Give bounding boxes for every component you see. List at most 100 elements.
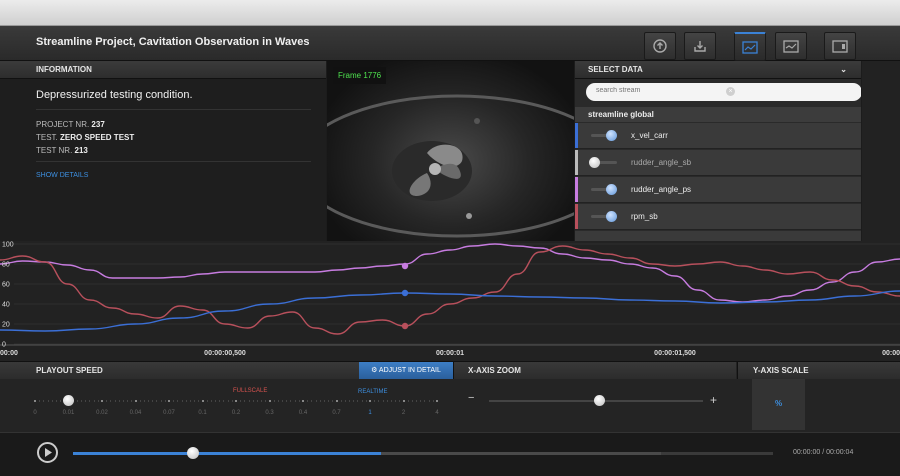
- speed-track-dot: [290, 400, 292, 402]
- speed-track-dot: [173, 400, 175, 402]
- divider: [36, 161, 311, 162]
- x-tick-label: 00:00: [882, 350, 900, 357]
- video-frame: Frame 1776: [327, 61, 574, 243]
- stream-toggle[interactable]: [591, 211, 617, 222]
- toggle-knob: [606, 130, 617, 141]
- speed-track-dot: [332, 400, 334, 402]
- show-details-link[interactable]: SHOW DETAILS: [36, 172, 88, 179]
- chevron-down-icon[interactable]: ⌄: [840, 61, 847, 79]
- playback-bar: 00:00:00 / 00:00:04: [0, 432, 900, 476]
- information-heading: INFORMATION: [0, 61, 326, 79]
- speed-track-dot: [76, 400, 78, 402]
- speed-tick: [302, 400, 304, 402]
- stream-row[interactable]: x_vel_carr: [575, 123, 861, 149]
- timeline-scrubber[interactable]: [187, 447, 199, 459]
- playhead-marker: [401, 262, 409, 270]
- select-data-heading[interactable]: SELECT DATA ⌄: [575, 61, 861, 79]
- y-tick-label: 60: [2, 282, 10, 289]
- speed-track-dot: [344, 400, 346, 402]
- speed-track-dot: [252, 400, 254, 402]
- project-title: Streamline Project, Cavitation Observati…: [36, 36, 310, 48]
- search-field[interactable]: ×: [586, 83, 861, 101]
- speed-track-dot: [261, 400, 263, 402]
- x-tick-label: 00:00: [0, 350, 18, 357]
- speed-tick: [168, 400, 170, 402]
- speed-track-dot: [386, 400, 388, 402]
- playhead-marker: [401, 289, 409, 297]
- clear-icon[interactable]: ×: [726, 87, 735, 96]
- speed-track-dot: [424, 400, 426, 402]
- speed-track-dot: [81, 400, 83, 402]
- zoom-out-button[interactable]: −: [468, 392, 474, 404]
- window-button[interactable]: [824, 32, 856, 60]
- information-panel: INFORMATION Depressurized testing condit…: [0, 61, 326, 243]
- stream-toggle[interactable]: [589, 157, 617, 168]
- adjust-in-detail-button[interactable]: ⚙ ADJUST IN DETAIL: [359, 362, 453, 379]
- timeline-track[interactable]: [73, 452, 773, 455]
- stream-group-label: streamline global: [575, 107, 861, 122]
- speed-track-dot: [127, 400, 129, 402]
- speed-tick-label: 4: [435, 410, 439, 416]
- x-tick-label: 00:00:01: [436, 350, 464, 357]
- speed-tick-label: 0.01: [62, 410, 75, 416]
- panel-gutter: [862, 61, 900, 243]
- speed-tick: [369, 400, 371, 402]
- speed-tick: [402, 400, 405, 402]
- speed-track-dot: [273, 400, 275, 402]
- speed-track-dot: [227, 400, 229, 402]
- playout-speed-slider[interactable]: [62, 395, 74, 406]
- stream-chart[interactable]: 100 80 60 40 20 0 00:00 00:00:00,500 00:00:01 00…: [0, 241, 900, 361]
- speed-tick: [101, 400, 103, 402]
- upload-button[interactable]: [644, 32, 676, 60]
- speed-tick-label: 0.7: [332, 410, 341, 416]
- speed-tick: [235, 400, 237, 402]
- speed-track-dot: [282, 400, 284, 402]
- speed-track-dot: [152, 400, 154, 402]
- y-tick-label: 0: [2, 342, 6, 349]
- speed-track-dot: [43, 400, 45, 402]
- play-button[interactable]: [37, 442, 58, 463]
- stream-toggle[interactable]: [591, 130, 617, 141]
- speed-tick-label: 0.4: [298, 410, 308, 416]
- stream-row[interactable]: rudder_angle_sb: [575, 150, 861, 176]
- speed-track-dot: [378, 400, 380, 402]
- speed-track-dot: [223, 400, 225, 402]
- speed-track-dot: [181, 400, 183, 402]
- xaxis-zoom-slider[interactable]: [594, 395, 606, 406]
- stream-row[interactable]: rpm_sb: [575, 204, 861, 230]
- speed-track-dot: [240, 400, 242, 402]
- speed-track-dot: [198, 400, 200, 402]
- speed-track-dot: [39, 400, 41, 402]
- speed-tick: [268, 400, 271, 402]
- speed-tick-label: 0.07: [163, 410, 175, 416]
- yaxis-scale-selector[interactable]: %: [752, 379, 805, 430]
- speed-track-dot: [353, 400, 355, 402]
- speed-track-dot: [206, 400, 208, 402]
- info-headline: Depressurized testing condition.: [36, 89, 193, 101]
- download-button[interactable]: [684, 32, 716, 60]
- chart-line-button[interactable]: [775, 32, 807, 60]
- speed-track-dot: [148, 400, 150, 402]
- chart-panel-button[interactable]: [734, 32, 766, 61]
- gear-icon: ⚙: [371, 367, 379, 374]
- stream-toggle[interactable]: [591, 184, 617, 195]
- speed-tick: [335, 400, 338, 402]
- toggle-knob: [606, 211, 617, 222]
- speed-track-dot: [118, 400, 120, 402]
- select-data-panel: SELECT DATA ⌄ × streamline global x_vel_…: [575, 61, 861, 243]
- controls-panel: PLAYOUT SPEED ⚙ ADJUST IN DETAIL X-AXIS …: [0, 361, 900, 432]
- window-titlebar: [0, 0, 900, 26]
- select-data-label: SELECT DATA: [588, 65, 643, 74]
- speed-track-dot: [390, 400, 392, 402]
- speed-track-dot: [60, 400, 62, 402]
- speed-tick-label: 0.1: [198, 410, 207, 416]
- speed-track-dot: [399, 400, 401, 402]
- zoom-in-button[interactable]: +: [710, 393, 717, 407]
- speed-tick-label: 0.04: [129, 410, 142, 416]
- propeller-image: [327, 94, 574, 238]
- stream-color-bar: [575, 204, 578, 229]
- search-input[interactable]: [594, 86, 838, 95]
- stream-row[interactable]: rudder_angle_ps: [575, 177, 861, 203]
- timeline-progress: [73, 452, 381, 455]
- speed-tick: [34, 400, 36, 402]
